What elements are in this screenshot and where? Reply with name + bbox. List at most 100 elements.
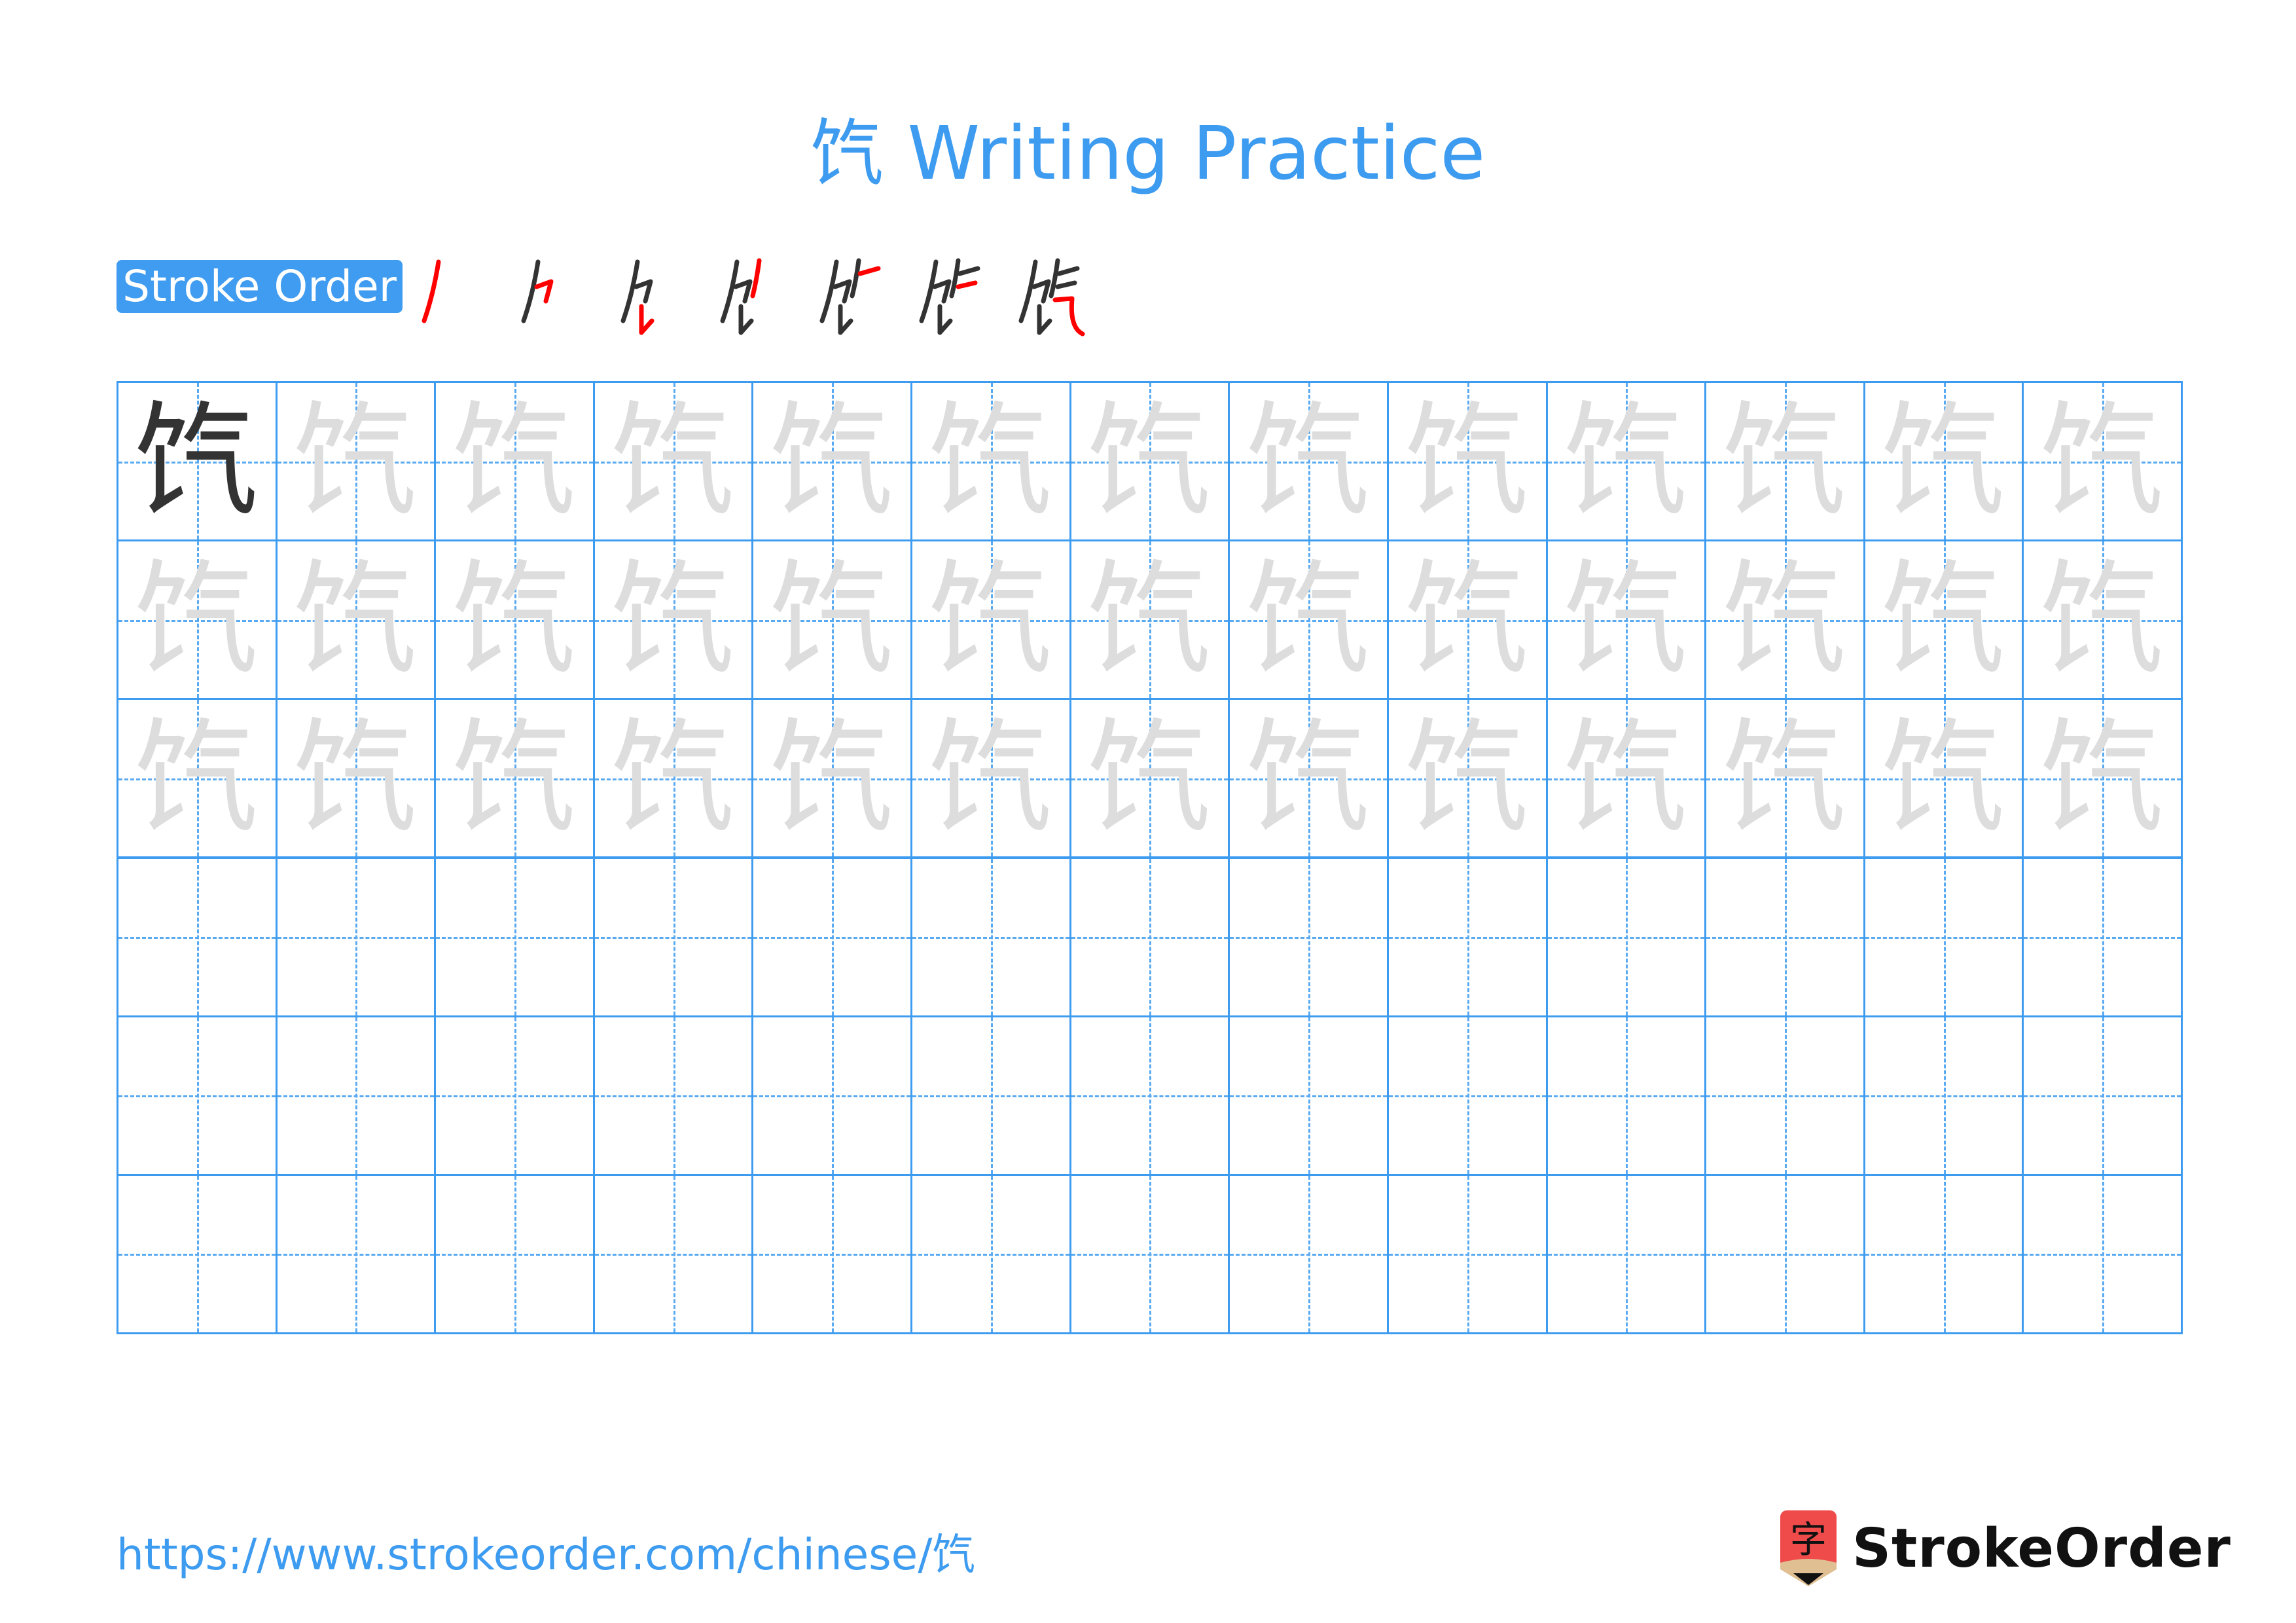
trace-character: 饩 bbox=[293, 547, 418, 692]
practice-cell[interactable]: 饩 bbox=[1704, 539, 1865, 701]
practice-cell[interactable]: 饩 bbox=[1228, 539, 1389, 701]
practice-cell[interactable]: 饩 bbox=[1069, 698, 1230, 859]
practice-cell[interactable]: 饩 bbox=[1704, 381, 1865, 542]
practice-cell[interactable] bbox=[275, 1173, 437, 1334]
practice-cell[interactable]: 饩 bbox=[1545, 381, 1707, 542]
practice-cell[interactable] bbox=[1069, 1173, 1230, 1334]
trace-character: 饩 bbox=[134, 547, 259, 692]
practice-cell[interactable] bbox=[592, 856, 754, 1017]
practice-cell[interactable] bbox=[1069, 1015, 1230, 1176]
guide-line-vertical bbox=[355, 1017, 358, 1174]
guide-line-vertical bbox=[1308, 1017, 1311, 1174]
practice-cell[interactable] bbox=[1228, 1173, 1389, 1334]
trace-character: 饩 bbox=[611, 388, 736, 534]
practice-cell[interactable] bbox=[1545, 856, 1707, 1017]
practice-cell[interactable]: 饩 bbox=[1545, 698, 1707, 859]
practice-cell[interactable] bbox=[1863, 1173, 2024, 1334]
guide-line-vertical bbox=[2102, 1175, 2105, 1332]
practice-cell[interactable]: 饩 bbox=[1863, 698, 2024, 859]
practice-cell[interactable] bbox=[1545, 1015, 1707, 1176]
practice-cell[interactable] bbox=[1704, 1015, 1865, 1176]
practice-cell[interactable] bbox=[1228, 1015, 1389, 1176]
practice-cell[interactable] bbox=[592, 1173, 754, 1334]
practice-cell[interactable]: 饩 bbox=[592, 539, 754, 701]
logo-wordmark: StrokeOrder bbox=[1852, 1517, 2231, 1580]
practice-cell[interactable] bbox=[910, 856, 1071, 1017]
practice-cell[interactable] bbox=[117, 856, 278, 1017]
practice-cell[interactable] bbox=[2022, 1173, 2183, 1334]
practice-cell[interactable] bbox=[434, 1173, 595, 1334]
practice-cell[interactable] bbox=[592, 1015, 754, 1176]
practice-cell[interactable]: 饩 bbox=[275, 698, 437, 859]
practice-cell[interactable] bbox=[1386, 1015, 1548, 1176]
practice-cell[interactable]: 饩 bbox=[1069, 539, 1230, 701]
practice-cell[interactable]: 饩 bbox=[1545, 539, 1707, 701]
stroke-1 bbox=[620, 259, 640, 323]
practice-cell[interactable] bbox=[1704, 1173, 1865, 1334]
stroke-step-5 bbox=[810, 249, 889, 340]
practice-cell[interactable]: 饩 bbox=[275, 539, 437, 701]
trace-character: 饩 bbox=[1881, 547, 2006, 692]
stroke-3 bbox=[838, 304, 853, 335]
practice-cell[interactable]: 饩 bbox=[1228, 381, 1389, 542]
practice-cell[interactable]: 饩 bbox=[117, 539, 278, 701]
practice-cell[interactable]: 饩 bbox=[434, 539, 595, 701]
practice-cell[interactable] bbox=[2022, 1015, 2183, 1176]
practice-cell[interactable] bbox=[434, 1015, 595, 1176]
practice-cell[interactable]: 饩 bbox=[592, 381, 754, 542]
practice-cell[interactable]: 饩 bbox=[1704, 698, 1865, 859]
practice-cell[interactable]: 饩 bbox=[751, 381, 913, 542]
practice-cell[interactable]: 饩 bbox=[1228, 698, 1389, 859]
practice-cell[interactable] bbox=[2022, 856, 2183, 1017]
practice-cell[interactable]: 饩 bbox=[910, 698, 1071, 859]
source-url-link[interactable]: https://www.strokeorder.com/chinese/饩 bbox=[117, 1525, 975, 1584]
stroke-1 bbox=[720, 259, 740, 323]
practice-cell[interactable] bbox=[751, 1015, 913, 1176]
practice-cell[interactable]: 饩 bbox=[1863, 539, 2024, 701]
practice-cell[interactable] bbox=[910, 1015, 1071, 1176]
practice-cell[interactable]: 饩 bbox=[275, 381, 437, 542]
guide-line-vertical bbox=[990, 1175, 993, 1332]
practice-cell[interactable]: 饩 bbox=[910, 381, 1071, 542]
stroke-step-3 bbox=[611, 249, 690, 340]
practice-cell[interactable] bbox=[1545, 1173, 1707, 1334]
practice-cell[interactable] bbox=[275, 1015, 437, 1176]
practice-cell[interactable]: 饩 bbox=[434, 698, 595, 859]
practice-cell[interactable] bbox=[434, 856, 595, 1017]
stroke-order-badge: Stroke Order bbox=[117, 260, 403, 313]
practice-cell[interactable] bbox=[751, 856, 913, 1017]
practice-cell[interactable] bbox=[1228, 856, 1389, 1017]
practice-cell[interactable]: 饩 bbox=[117, 381, 278, 542]
practice-cell[interactable] bbox=[1069, 856, 1230, 1017]
practice-cell[interactable]: 饩 bbox=[2022, 381, 2183, 542]
trace-character: 饩 bbox=[928, 705, 1053, 850]
stroke-3 bbox=[738, 304, 754, 335]
practice-cell[interactable]: 饩 bbox=[117, 698, 278, 859]
practice-cell[interactable] bbox=[1704, 856, 1865, 1017]
stroke-4 bbox=[949, 258, 961, 299]
practice-cell[interactable] bbox=[751, 1173, 913, 1334]
practice-cell[interactable] bbox=[117, 1173, 278, 1334]
practice-cell[interactable] bbox=[275, 856, 437, 1017]
practice-cell[interactable]: 饩 bbox=[1069, 381, 1230, 542]
practice-cell[interactable] bbox=[117, 1015, 278, 1176]
practice-cell[interactable] bbox=[1863, 1015, 2024, 1176]
practice-cell[interactable] bbox=[1863, 856, 2024, 1017]
practice-cell[interactable] bbox=[1386, 1173, 1548, 1334]
practice-cell[interactable]: 饩 bbox=[592, 698, 754, 859]
practice-cell[interactable]: 饩 bbox=[751, 698, 913, 859]
practice-cell[interactable]: 饩 bbox=[1386, 381, 1548, 542]
practice-cell[interactable]: 饩 bbox=[1386, 698, 1548, 859]
guide-line-vertical bbox=[1943, 1175, 1946, 1332]
practice-cell[interactable] bbox=[910, 1173, 1071, 1334]
trace-character: 饩 bbox=[1564, 388, 1689, 534]
practice-cell[interactable]: 饩 bbox=[2022, 539, 2183, 701]
practice-cell[interactable]: 饩 bbox=[434, 381, 595, 542]
practice-cell[interactable] bbox=[1386, 856, 1548, 1017]
practice-cell[interactable]: 饩 bbox=[1863, 381, 2024, 542]
practice-cell[interactable]: 饩 bbox=[751, 539, 913, 701]
guide-line-vertical bbox=[1784, 1017, 1787, 1174]
practice-cell[interactable]: 饩 bbox=[2022, 698, 2183, 859]
practice-cell[interactable]: 饩 bbox=[910, 539, 1071, 701]
practice-cell[interactable]: 饩 bbox=[1386, 539, 1548, 701]
